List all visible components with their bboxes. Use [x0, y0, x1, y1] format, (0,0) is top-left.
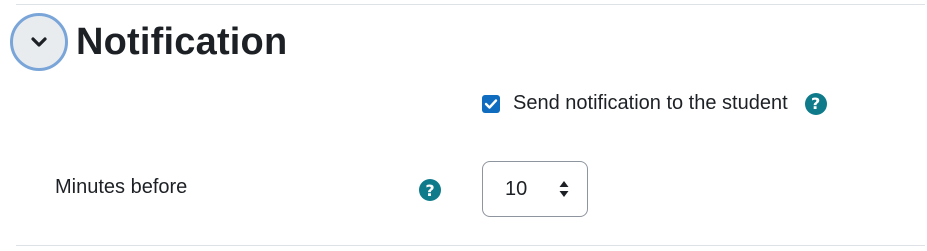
- minutes-before-value: 10: [505, 177, 528, 200]
- section-header: Notification: [10, 13, 287, 71]
- section-title: Notification: [76, 20, 288, 63]
- question-circle-icon[interactable]: ?: [804, 92, 827, 115]
- bottom-divider: [16, 245, 925, 246]
- chevron-down-icon: [31, 37, 47, 47]
- minutes-before-label: Minutes before: [55, 176, 188, 198]
- top-divider: [16, 4, 925, 5]
- notify-student-label[interactable]: Send notification to the student: [513, 92, 788, 115]
- collapse-toggle-button[interactable]: [10, 13, 68, 71]
- minutes-before-select[interactable]: 10: [482, 161, 588, 217]
- notify-student-checkbox[interactable]: [482, 94, 500, 113]
- notification-section: Notification Send notification to the st…: [0, 0, 927, 251]
- question-circle-icon[interactable]: ?: [419, 179, 441, 201]
- checkmark-icon: [484, 98, 498, 109]
- notify-student-row: Send notification to the student ?: [482, 92, 827, 115]
- up-down-caret-icon: [559, 181, 569, 197]
